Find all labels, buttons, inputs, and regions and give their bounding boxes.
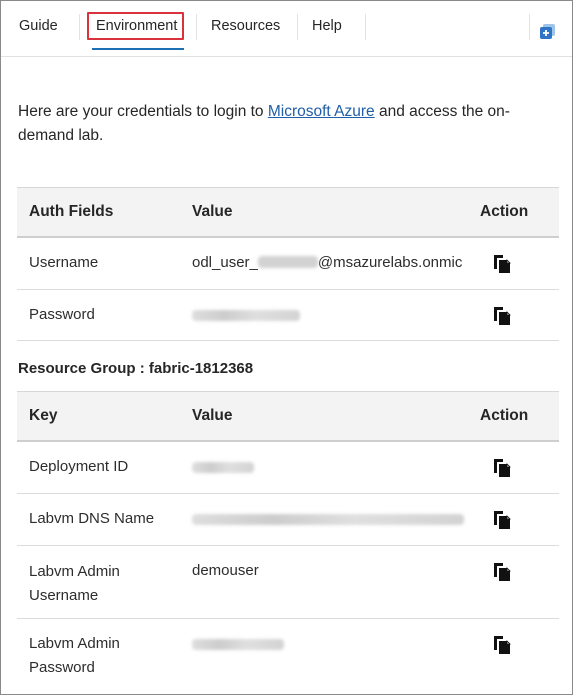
tab-help[interactable]: Help xyxy=(312,15,342,37)
field-label: Username xyxy=(29,254,99,271)
auth-fields-table: Auth Fields Value Action Username odl_us… xyxy=(17,187,559,341)
admin-username-value: demouser xyxy=(192,562,259,579)
tab-divider xyxy=(297,14,298,40)
header-action: Action xyxy=(480,407,529,424)
copy-icon[interactable] xyxy=(491,456,513,478)
tab-resources[interactable]: Resources xyxy=(211,15,280,37)
redacted-value xyxy=(192,639,284,650)
table-header: Key Value Action xyxy=(17,392,559,442)
redacted-value xyxy=(192,310,300,321)
redacted-value xyxy=(192,514,464,525)
field-label: Labvm Admin Password xyxy=(29,632,120,680)
tab-bar: Guide Environment Resources Help xyxy=(1,1,572,57)
field-label: Labvm Admin Username xyxy=(29,560,120,608)
microsoft-azure-link[interactable]: Microsoft Azure xyxy=(268,103,375,120)
header-value: Value xyxy=(192,407,233,424)
tab-environment[interactable]: Environment xyxy=(96,15,177,37)
resource-group-table: Key Value Action Deployment ID Labvm DNS… xyxy=(17,391,559,692)
username-prefix: odl_user_ xyxy=(192,254,258,271)
copy-icon[interactable] xyxy=(491,508,513,530)
table-header: Auth Fields Value Action xyxy=(17,188,559,238)
table-row: Labvm Admin Username demouser xyxy=(17,546,559,619)
table-row: Password xyxy=(17,290,559,341)
field-label-line: Labvm Admin xyxy=(29,563,120,580)
credentials-intro: Here are your credentials to login to Mi… xyxy=(18,100,538,148)
expand-window-icon[interactable] xyxy=(539,23,556,40)
field-label: Password xyxy=(29,306,95,323)
copy-icon[interactable] xyxy=(491,560,513,582)
tab-divider xyxy=(529,14,530,40)
header-key: Key xyxy=(29,407,58,424)
resource-group-title: Resource Group : fabric-1812368 xyxy=(18,360,254,377)
tab-guide[interactable]: Guide xyxy=(19,15,58,37)
table-row: Username odl_user_ @msazurelabs.onmic xyxy=(17,238,559,290)
table-row: Deployment ID xyxy=(17,442,559,494)
copy-icon[interactable] xyxy=(491,252,513,274)
copy-icon[interactable] xyxy=(491,304,513,326)
intro-text: Here are your credentials to login to xyxy=(18,103,268,120)
lab-environment-panel: Guide Environment Resources Help Here ar… xyxy=(0,0,573,695)
username-value: odl_user_ @msazurelabs.onmic xyxy=(192,254,462,271)
field-label-line: Labvm Admin xyxy=(29,635,120,652)
username-suffix: @msazurelabs.onmic xyxy=(317,254,463,271)
table-row: Labvm Admin Password xyxy=(17,619,559,692)
copy-icon[interactable] xyxy=(491,633,513,655)
field-label: Deployment ID xyxy=(29,458,129,475)
field-label: Labvm DNS Name xyxy=(29,510,155,527)
header-action: Action xyxy=(480,203,529,220)
table-row: Labvm DNS Name xyxy=(17,494,559,546)
field-label-line: Username xyxy=(29,587,99,604)
redacted-value xyxy=(257,256,318,268)
redacted-value xyxy=(192,462,254,473)
tab-divider xyxy=(79,14,80,40)
tab-divider xyxy=(365,14,366,40)
active-tab-underline xyxy=(92,48,184,50)
field-label-line: Password xyxy=(29,659,95,676)
header-value: Value xyxy=(192,203,233,220)
tab-divider xyxy=(196,14,197,40)
header-auth-fields: Auth Fields xyxy=(29,203,114,220)
